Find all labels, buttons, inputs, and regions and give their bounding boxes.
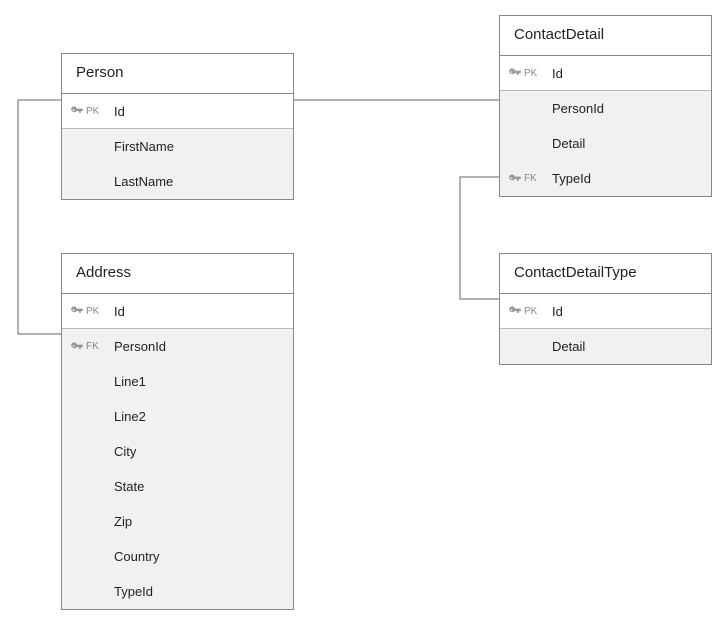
- column-name: Line2: [114, 409, 285, 424]
- column-row: TypeId: [62, 574, 293, 609]
- key-icon: [70, 340, 84, 354]
- key-icon: [508, 66, 522, 80]
- key-icon: [70, 304, 84, 318]
- column-name: Detail: [552, 339, 703, 354]
- key-type-label: PK: [86, 106, 99, 117]
- column-row: Detail: [500, 126, 711, 161]
- column-name: Country: [114, 549, 285, 564]
- column-name: PersonId: [552, 101, 703, 116]
- column-row: Zip: [62, 504, 293, 539]
- column-row: Line1: [62, 364, 293, 399]
- column-name: FirstName: [114, 139, 285, 154]
- entity-title: Address: [62, 254, 293, 294]
- entity-contactdetail[interactable]: ContactDetail PK Id PersonId Detail FK T…: [499, 15, 712, 197]
- column-row: PK Id: [62, 294, 293, 329]
- column-name: Id: [114, 304, 285, 319]
- key-icon: [70, 104, 84, 118]
- column-name: Id: [552, 66, 703, 81]
- key-type-label: FK: [524, 173, 537, 184]
- column-row: State: [62, 469, 293, 504]
- key-type-label: PK: [86, 306, 99, 317]
- column-name: State: [114, 479, 285, 494]
- column-row: FK TypeId: [500, 161, 711, 196]
- column-row: PersonId: [500, 91, 711, 126]
- column-row: LastName: [62, 164, 293, 199]
- column-row: Detail: [500, 329, 711, 364]
- column-name: Id: [552, 304, 703, 319]
- key-icon: [508, 304, 522, 318]
- column-row: Line2: [62, 399, 293, 434]
- column-name: Zip: [114, 514, 285, 529]
- key-type-label: PK: [524, 306, 537, 317]
- column-name: TypeId: [114, 584, 285, 599]
- column-row: FK PersonId: [62, 329, 293, 364]
- column-row: Country: [62, 539, 293, 574]
- column-name: City: [114, 444, 285, 459]
- column-row: City: [62, 434, 293, 469]
- key-type-label: PK: [524, 68, 537, 79]
- column-name: Line1: [114, 374, 285, 389]
- entity-address[interactable]: Address PK Id FK PersonId Line1 Line2 C: [61, 253, 294, 610]
- column-row: PK Id: [62, 94, 293, 129]
- column-name: PersonId: [114, 339, 285, 354]
- entity-person[interactable]: Person PK Id FirstName LastName: [61, 53, 294, 200]
- entity-contactdetailtype[interactable]: ContactDetailType PK Id Detail: [499, 253, 712, 365]
- column-row: PK Id: [500, 56, 711, 91]
- column-row: FirstName: [62, 129, 293, 164]
- key-type-label: FK: [86, 341, 99, 352]
- key-icon: [508, 172, 522, 186]
- entity-title: ContactDetailType: [500, 254, 711, 294]
- entity-title: Person: [62, 54, 293, 94]
- column-name: Id: [114, 104, 285, 119]
- column-row: PK Id: [500, 294, 711, 329]
- column-name: LastName: [114, 174, 285, 189]
- column-name: TypeId: [552, 171, 703, 186]
- entity-title: ContactDetail: [500, 16, 711, 56]
- column-name: Detail: [552, 136, 703, 151]
